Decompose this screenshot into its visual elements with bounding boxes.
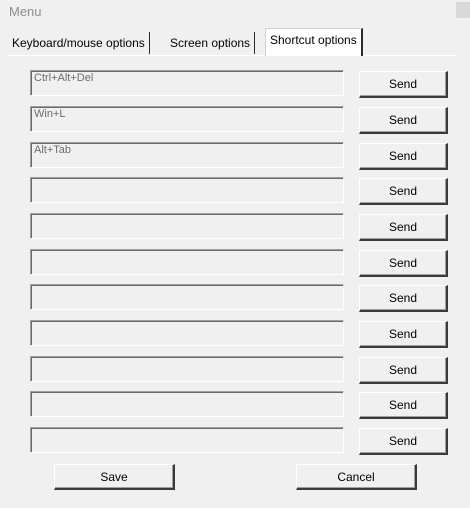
tab-screen-options[interactable]: Screen options bbox=[166, 32, 256, 54]
shortcut-field-5[interactable] bbox=[30, 213, 344, 239]
cancel-button[interactable]: Cancel bbox=[296, 464, 417, 490]
send-button-5[interactable]: Send bbox=[359, 214, 448, 241]
shortcut-field-7[interactable] bbox=[30, 284, 344, 310]
send-button-1[interactable]: Send bbox=[359, 71, 448, 98]
shortcut-options-panel: Ctrl+Alt+Del Send Win+L Send Alt+Tab Sen… bbox=[8, 55, 457, 497]
shortcut-field-10[interactable] bbox=[30, 391, 344, 417]
send-button-10[interactable]: Send bbox=[359, 392, 448, 419]
shortcut-field-4[interactable] bbox=[30, 177, 344, 203]
menu-window: Menu Keyboard/mouse options Screen optio… bbox=[0, 0, 470, 508]
send-button-11[interactable]: Send bbox=[359, 428, 448, 455]
send-button-8[interactable]: Send bbox=[359, 321, 448, 348]
shortcut-field-1[interactable]: Ctrl+Alt+Del bbox=[30, 70, 344, 96]
close-icon[interactable] bbox=[456, 2, 470, 18]
save-button[interactable]: Save bbox=[54, 464, 175, 490]
send-button-7[interactable]: Send bbox=[359, 285, 448, 312]
shortcut-field-6[interactable] bbox=[30, 249, 344, 275]
shortcut-field-3[interactable]: Alt+Tab bbox=[30, 142, 344, 168]
shortcut-field-9[interactable] bbox=[30, 356, 344, 382]
tab-shortcut-options[interactable]: Shortcut options bbox=[265, 28, 363, 56]
shortcut-field-2[interactable]: Win+L bbox=[30, 106, 344, 132]
send-button-4[interactable]: Send bbox=[359, 178, 448, 205]
shortcut-field-11[interactable] bbox=[30, 427, 344, 453]
send-button-3[interactable]: Send bbox=[359, 143, 448, 170]
tab-keyboard-mouse-options[interactable]: Keyboard/mouse options bbox=[8, 32, 150, 54]
send-button-6[interactable]: Send bbox=[359, 250, 448, 277]
shortcut-field-8[interactable] bbox=[30, 320, 344, 346]
window-title: Menu bbox=[9, 4, 42, 19]
send-button-9[interactable]: Send bbox=[359, 357, 448, 384]
send-button-2[interactable]: Send bbox=[359, 107, 448, 134]
tab-strip: Keyboard/mouse options Screen options Sh… bbox=[8, 28, 470, 56]
